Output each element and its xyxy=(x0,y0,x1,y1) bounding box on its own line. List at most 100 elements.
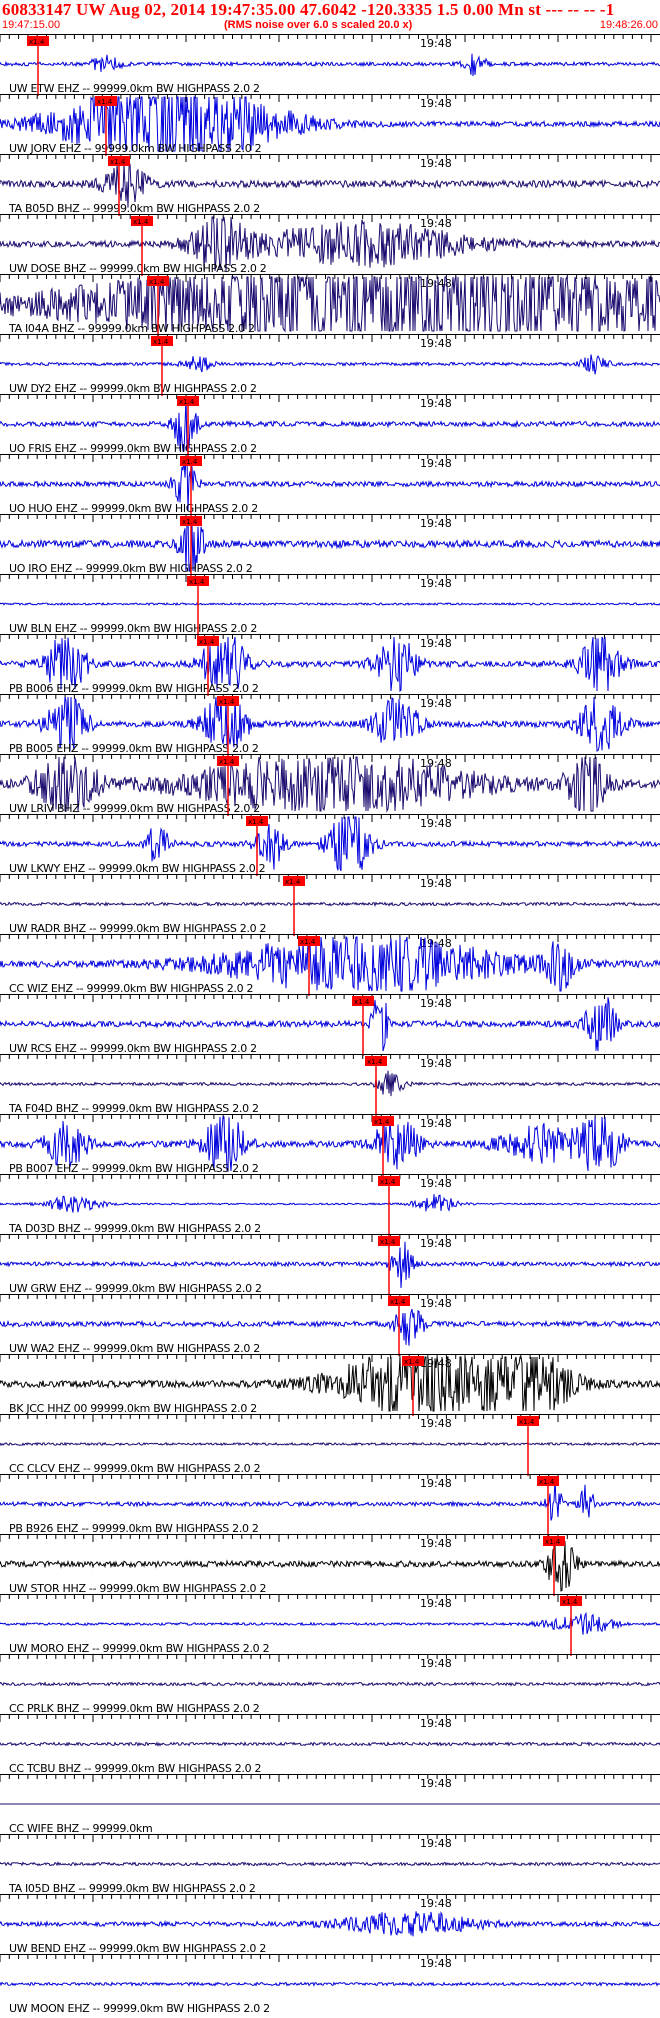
time-ticks xyxy=(0,695,652,702)
trace-row: 19:48 TA B05D BHZ -- 99999.0km BW HIGHPAS… xyxy=(0,154,660,216)
pick-flag-label: x1.4 xyxy=(133,218,149,226)
trace-row: 19:48 UO IRO EHZ -- 99999.0km BW HIGHPASS… xyxy=(0,514,660,576)
pick-flag-label: x1.4 xyxy=(354,998,370,1006)
trace-row: 19:48 UW WA2 EHZ -- 99999.0km BW HIGHPASS… xyxy=(0,1294,660,1356)
trace-row: 19:48 UW ETW EHZ -- 99999.0km BW HIGHPASS… xyxy=(0,34,660,96)
station-label: TA I04A BHZ -- 99999.0km BW HIGHPASS 2.0… xyxy=(8,322,255,335)
trace-row: 19:48 TA D03D BHZ -- 99999.0km BW HIGHPAS… xyxy=(0,1174,660,1236)
time-mark-label: 19:48 xyxy=(420,457,452,470)
time-ticks xyxy=(0,35,652,42)
time-ticks xyxy=(0,515,652,522)
waveform xyxy=(0,1308,660,1346)
station-label: CC CLCV EHZ -- 99999.0km BW HIGHPASS 2.0… xyxy=(9,1462,260,1475)
waveform xyxy=(0,1478,660,1521)
time-mark-label: 19:48 xyxy=(420,1777,452,1790)
trace-row: 19:48 UO FRIS EHZ -- 99999.0km BW HIGHPAS… xyxy=(0,394,660,456)
time-ticks xyxy=(0,1715,652,1722)
station-label: UW JORV EHZ -- 99999.0km BW HIGHPASS 2.0… xyxy=(9,142,261,155)
pick-flag-label: x1.4 xyxy=(380,1178,396,1186)
waveform xyxy=(0,1194,660,1213)
trace-row: 19:48 CC CLCV EHZ -- 99999.0km BW HIGHPAS… xyxy=(0,1414,660,1476)
pick-flag-label: x1.4 xyxy=(199,638,215,646)
station-label: UW GRW EHZ -- 99999.0km BW HIGHPASS 2.0 … xyxy=(9,1282,262,1295)
time-mark-label: 19:48 xyxy=(420,1477,452,1490)
station-label: UW DOSE BHZ -- 99999.0km BW HIGHPASS 2.0… xyxy=(9,262,266,275)
time-mark-label: 19:48 xyxy=(420,1597,452,1610)
time-mark-label: 19:48 xyxy=(420,757,452,770)
pick-flag-label: x1.4 xyxy=(97,98,113,106)
waveform xyxy=(0,1070,660,1097)
time-mark-label: 19:48 xyxy=(420,1537,452,1550)
pick-flag-label: x1.4 xyxy=(110,158,126,166)
station-label: UO IRO EHZ -- 99999.0km BW HIGHPASS 2.0 … xyxy=(9,562,252,575)
trace-row: 19:48 PB B007 EHZ -- 99999.0km BW HIGHPAS… xyxy=(0,1114,660,1176)
trace-row: 19:48CC WIZ EHZ -- 99999.0km BW HIGHPASS… xyxy=(0,934,660,996)
waveform xyxy=(0,601,660,606)
station-label: UW BEND EHZ -- 99999.0km BW HIGHPASS 2.0… xyxy=(9,1942,266,1955)
pick-flag-label: x1.4 xyxy=(374,1118,390,1126)
station-label: CC WIZ EHZ -- 99999.0km BW HIGHPASS 2.0 … xyxy=(9,982,253,995)
record-header: 60833147 UW Aug 02, 2014 19:47:35.00 47.… xyxy=(0,0,660,34)
time-mark-label: 19:48 xyxy=(420,97,452,110)
pick-flag-label: x1.4 xyxy=(404,1358,420,1366)
time-ticks xyxy=(0,1955,652,1962)
time-ticks xyxy=(0,1295,652,1302)
time-ticks xyxy=(0,635,652,642)
trace-row: 19:48 UW RCS EHZ -- 99999.0km BW HIGHPASS… xyxy=(0,994,660,1056)
start-time: 19:47:15.00 xyxy=(2,19,61,31)
pick-flag-label: x1.4 xyxy=(545,1538,561,1546)
trace-row: 19:48 TA F04D BHZ -- 99999.0km BW HIGHPAS… xyxy=(0,1054,660,1116)
pick-flag-label: x1.4 xyxy=(219,698,235,706)
time-mark-label: 19:48 xyxy=(420,1057,452,1070)
time-ticks xyxy=(0,1835,652,1842)
time-ticks xyxy=(0,215,652,222)
station-label: TA F04D BHZ -- 99999.0km BW HIGHPASS 2.0… xyxy=(8,1102,259,1115)
pick-flag-label: x1.4 xyxy=(219,758,235,766)
time-mark-label: 19:48 xyxy=(420,1237,452,1250)
pick-flag-label: x1.4 xyxy=(539,1478,555,1486)
time-ticks xyxy=(0,1055,652,1062)
time-ticks xyxy=(0,395,652,402)
time-ticks xyxy=(0,995,652,1002)
time-ticks xyxy=(0,1895,652,1902)
trace-row: 19:48 UW BEND EHZ -- 99999.0km BW HIGHPAS… xyxy=(0,1894,660,1955)
station-label: UW MORO EHZ -- 99999.0km BW HIGHPASS 2.0… xyxy=(9,1642,269,1655)
trace-row: 19:48 CC TCBU BHZ -- 99999.0km BW HIGHPAS… xyxy=(0,1714,660,1775)
station-label: UW RCS EHZ -- 99999.0km BW HIGHPASS 2.0 … xyxy=(9,1042,257,1055)
pick-flag-label: x1.4 xyxy=(367,1058,383,1066)
time-mark-label: 19:48 xyxy=(420,517,452,530)
pick-flag-label: x1.4 xyxy=(182,458,198,466)
time-mark-label: 19:48 xyxy=(420,1717,452,1730)
time-mark-label: 19:48 xyxy=(420,1177,452,1190)
time-mark-label: 19:48 xyxy=(420,877,452,890)
time-mark-label: 19:48 xyxy=(420,1657,452,1670)
pick-flag-label: x1.4 xyxy=(390,1298,406,1306)
end-time: 19:48:26.00 xyxy=(599,19,658,31)
trace-row: 19:48 UW DY2 EHZ -- 99999.0km BW HIGHPASS… xyxy=(0,334,660,396)
pick-flag-label: x1.4 xyxy=(562,1598,578,1606)
station-label: UW MOON EHZ -- 99999.0km BW HIGHPASS 2.0… xyxy=(9,2002,270,2015)
station-label: CC TCBU BHZ -- 99999.0km BW HIGHPASS 2.0… xyxy=(9,1762,261,1775)
trace-row: 19:48 UW BLN EHZ -- 99999.0km BW HIGHPASS… xyxy=(0,574,660,636)
station-label: BK JCC HHZ 00 99999.0km BW HIGHPASS 2.0 … xyxy=(9,1402,257,1415)
trace-row: 19:48 UW MOON EHZ -- 99999.0km BW HIGHPAS… xyxy=(0,1954,660,2015)
time-mark-label: 19:48 xyxy=(420,817,452,830)
waveform xyxy=(0,901,660,908)
time-ticks xyxy=(0,1235,652,1242)
station-label: PB B926 EHZ -- 99999.0km BW HIGHPASS 2.0… xyxy=(9,1522,259,1535)
time-mark-label: 19:48 xyxy=(420,217,452,230)
pick-flag-label: x1.4 xyxy=(285,878,301,886)
station-label: CC PRLK BHZ -- 99999.0km BW HIGHPASS 2.0… xyxy=(9,1702,259,1715)
waveform xyxy=(0,1441,660,1447)
station-label: UW RADR BHZ -- 99999.0km BW HIGHPASS 2.0… xyxy=(9,922,266,935)
trace-row: 19:48 UW LKWY EHZ -- 99999.0km BW HIGHPAS… xyxy=(0,814,660,876)
trace-row: 19:48 TA I05D BHZ -- 99999.0km BW HIGHPAS… xyxy=(0,1834,660,1895)
station-label: UW LRIV BHZ -- 99999.0km BW HIGHPASS 2.0… xyxy=(9,802,260,815)
trace-row: 19:48 UW STOR HHZ -- 99999.0km BW HIGHPAS… xyxy=(0,1534,660,1596)
waveform xyxy=(0,354,660,375)
waveform xyxy=(0,1681,660,1687)
trace-row: 19:48 PB B926 EHZ -- 99999.0km BW HIGHPAS… xyxy=(0,1474,660,1536)
time-mark-label: 19:48 xyxy=(420,337,452,350)
time-ticks xyxy=(0,1115,652,1122)
time-ticks xyxy=(0,1775,652,1782)
